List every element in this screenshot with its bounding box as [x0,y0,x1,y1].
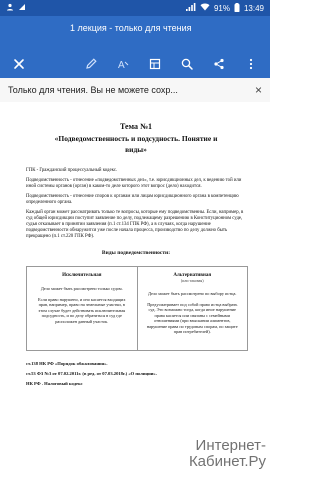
status-bar: 91% 13:49 [0,0,270,16]
layout-button[interactable] [144,53,166,75]
format-button[interactable]: A [112,53,134,75]
doc-heading: Тема №1 [119,122,152,131]
exclusive-heading: Исключительная [62,273,102,278]
format-icon: A [118,60,129,71]
doc-paragraph-example: Каждый орган может рассматривать только … [26,210,244,239]
reference-1: ст.138 НК РФ «Порядок обжалования». [26,360,108,366]
toolbar: A [0,50,270,78]
watermark-line-2: Кабинет.Ру [188,453,266,470]
pencil-icon [86,58,97,69]
doc-subheading-line1: «Подведомственность и подсудность. Понят… [54,134,218,143]
share-icon [214,58,224,70]
close-button[interactable] [8,53,30,75]
alternative-text-1: Дело может быть рассмотрено по выбору ис… [148,291,237,296]
alternative-column: Альтернативная (или таковая) Дело может … [136,267,248,350]
more-vertical-icon [249,58,253,70]
search-button[interactable] [176,53,198,75]
watermark: Интернет- Кабинет.Ру [189,438,266,470]
wifi-icon [200,3,210,13]
layout-icon [149,58,161,70]
alternative-body: Дело может быть рассмотрено по выбору ис… [138,283,248,350]
banner-close-button[interactable]: × [255,83,262,97]
types-table: Исключительная Дело может быть рассмотре… [26,266,248,351]
exclusive-text-1: Дело может быть рассмотрено только судом… [40,286,123,291]
battery-percent: 91% [213,3,230,13]
svg-text:A: A [118,60,125,71]
doc-paragraph-gpk: ГПК - Гражданский процессуальный кодекс. [26,168,118,173]
close-icon [14,59,24,69]
battery-icon [234,2,240,14]
doc-paragraph-definition-2: Подведомственность - отнесение споров к … [26,194,239,205]
read-only-banner: Только для чтения. Вы не можете сохр... … [0,78,270,103]
alternative-text-2: Предусматривает под собой право истца вы… [146,301,238,335]
search-icon [181,58,193,70]
status-right: 91% 13:49 [185,2,270,14]
doc-subheading-line2: виды» [125,145,147,154]
reference-2: ст.53 ФЗ №3 от 07.02.2011г. (в ред. от 0… [26,370,157,376]
watermark-line-1: Интернет- [195,437,266,454]
clock: 13:49 [243,3,264,13]
types-heading: Виды подведомственности: [101,250,171,256]
share-button[interactable] [208,53,230,75]
reference-3: НК РФ . Налоговый кодекс [26,380,83,386]
read-only-message: Только для чтения. Вы не можете сохр... [8,85,178,95]
edit-button[interactable] [80,53,102,75]
exclusive-body: Дело может быть рассмотрено только судом… [27,278,137,339]
document-title: 1 лекция - только для чтения [70,23,192,33]
document-page[interactable]: Тема №1 «Подведомственность и подсудност… [0,102,270,480]
toolbar-actions: A [80,53,270,75]
alternative-heading: Альтернативная [173,273,212,278]
exclusive-text-2: Если право нарушено, и оно касается вход… [38,296,126,324]
references: ст.138 НК РФ «Порядок обжалования». ст.5… [26,361,246,387]
doc-paragraph-definition-1: Подведомственность - отнесение «подведом… [26,178,242,189]
more-options-button[interactable] [240,53,262,75]
document-content: Тема №1 «Подведомственность и подсудност… [26,122,248,391]
signal-icon [18,3,26,13]
person-icon [6,3,14,13]
exclusive-column: Исключительная Дело может быть рассмотре… [27,267,137,350]
signal-bars-icon [185,3,196,13]
status-left-icons [0,3,26,13]
app-bar: 1 лекция - только для чтения A [0,16,270,78]
